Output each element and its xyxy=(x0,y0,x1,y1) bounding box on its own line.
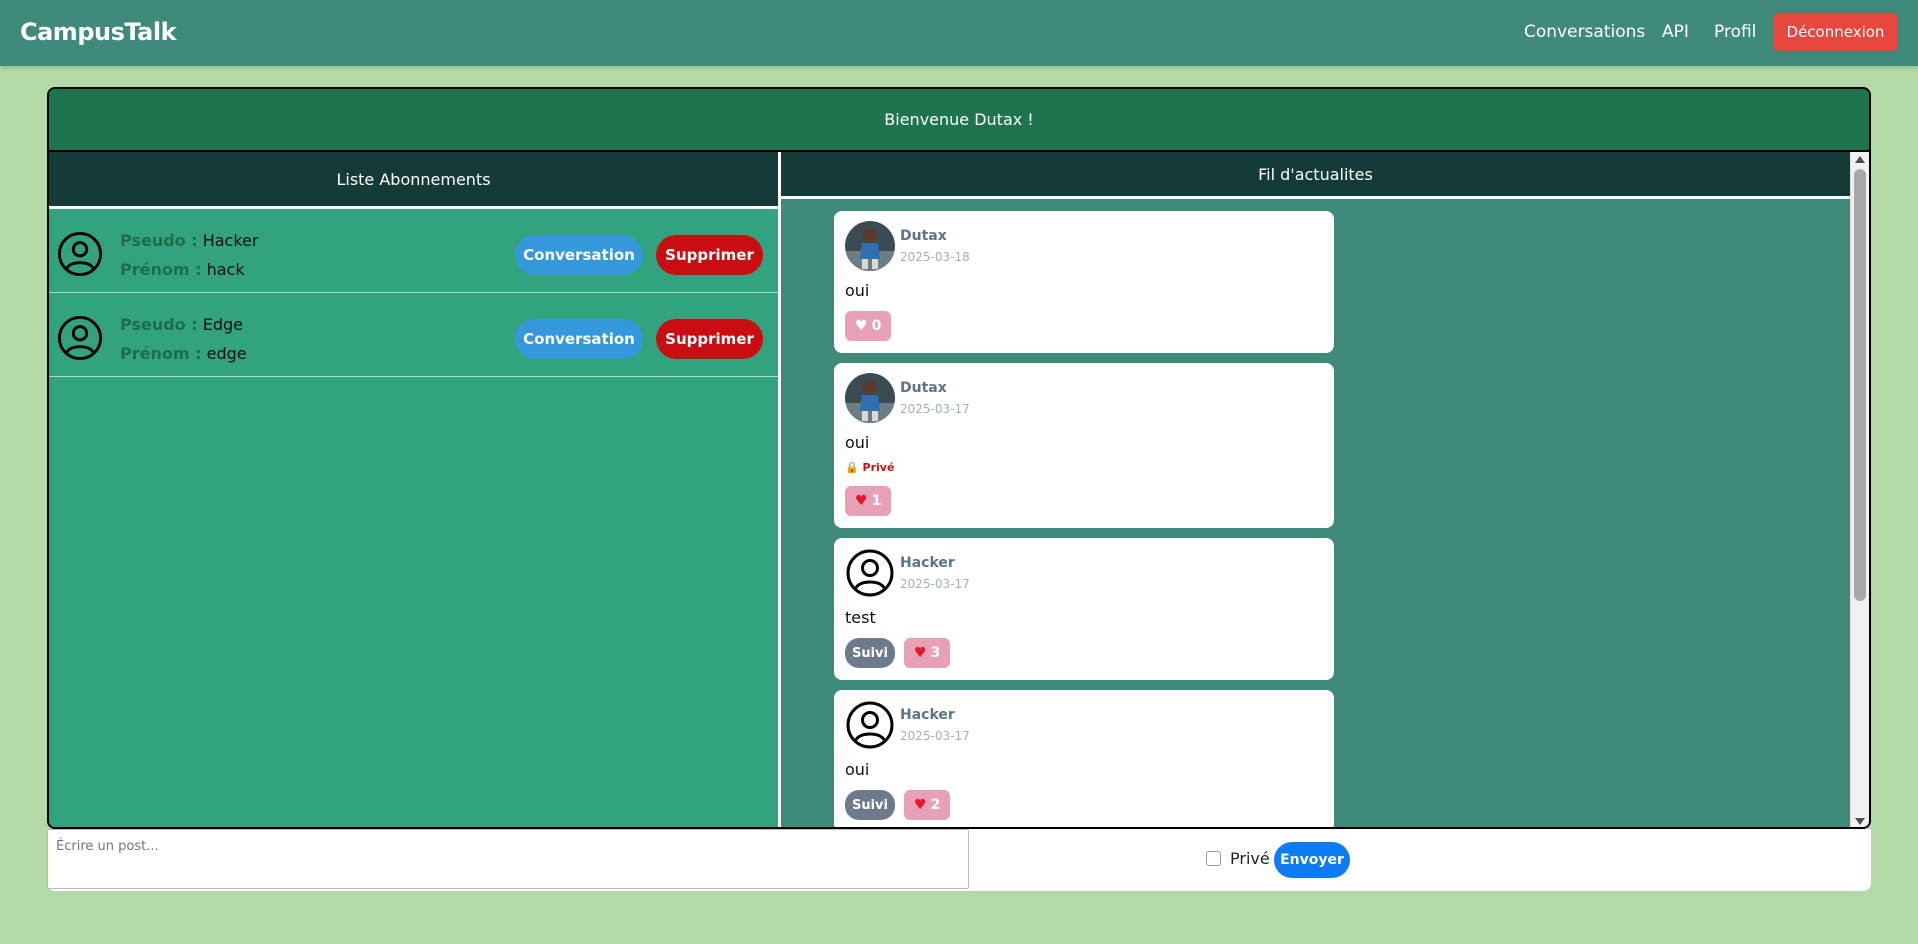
user-avatar-icon xyxy=(57,231,103,277)
like-count: 1 xyxy=(871,493,882,509)
like-button[interactable]: ♥ 3 xyxy=(904,638,951,668)
heart-filled-icon: ♥ xyxy=(914,645,927,661)
nav-link-conversations[interactable]: Conversations xyxy=(1524,22,1645,42)
post-text: test xyxy=(845,608,876,627)
follow-button[interactable]: Suivi xyxy=(845,790,895,820)
feed-panel: Fil d'actualites Dutax 2025-03-18 oui ♥ … xyxy=(778,152,1869,827)
conversation-button[interactable]: Conversation xyxy=(515,235,643,275)
private-checkbox-label[interactable]: Privé xyxy=(1230,849,1270,868)
heart-outline-icon: ♥ xyxy=(855,318,868,334)
lock-icon: 🔒 xyxy=(845,461,859,474)
subscription-item: Pseudo : Edge Prénom : edge Conversation… xyxy=(49,293,778,377)
post-input[interactable] xyxy=(47,829,969,889)
like-count: 2 xyxy=(930,797,941,813)
delete-button[interactable]: Supprimer xyxy=(656,235,763,275)
logout-button[interactable]: Déconnexion xyxy=(1774,13,1897,51)
subscription-pseudo: Pseudo : Edge xyxy=(120,315,243,334)
feed-post: Dutax 2025-03-18 oui ♥ 0 xyxy=(834,211,1334,353)
post-text: oui xyxy=(845,760,870,779)
post-composer: Privé Envoyer xyxy=(47,829,1871,891)
prenom-value: edge xyxy=(206,344,247,363)
prenom-value: hack xyxy=(206,260,245,279)
like-button[interactable]: ♥ 2 xyxy=(904,790,951,820)
heart-filled-icon: ♥ xyxy=(855,493,868,509)
feed-header: Fil d'actualites xyxy=(781,152,1850,199)
post-date: 2025-03-18 xyxy=(900,250,970,264)
delete-button[interactable]: Supprimer xyxy=(656,319,763,359)
user-avatar-icon[interactable] xyxy=(845,548,895,598)
welcome-banner: Bienvenue Dutax ! xyxy=(49,89,1869,152)
post-author[interactable]: Hacker xyxy=(900,707,955,723)
brand-logo[interactable]: CampusTalk xyxy=(20,18,177,46)
post-date: 2025-03-17 xyxy=(900,402,970,416)
like-button[interactable]: ♥ 1 xyxy=(845,486,892,516)
feed-post: Hacker 2025-03-17 oui Suivi ♥ 2 xyxy=(834,690,1334,827)
post-author[interactable]: Dutax xyxy=(900,228,947,244)
subscription-pseudo: Pseudo : Hacker xyxy=(120,231,258,250)
follow-button[interactable]: Suivi xyxy=(845,638,895,668)
prenom-label: Prénom : xyxy=(120,260,202,279)
navbar: CampusTalk Conversations API Profil Déco… xyxy=(0,0,1918,66)
like-count: 0 xyxy=(871,318,882,334)
author-photo[interactable] xyxy=(845,373,895,423)
main-panel: Bienvenue Dutax ! Liste Abonnements Pseu… xyxy=(47,87,1871,829)
feed-post: Hacker 2025-03-17 test Suivi ♥ 3 xyxy=(834,538,1334,680)
prenom-label: Prénom : xyxy=(120,344,202,363)
post-date: 2025-03-17 xyxy=(900,577,970,591)
like-count: 3 xyxy=(930,645,941,661)
pseudo-label: Pseudo : xyxy=(120,231,198,250)
subscription-prenom: Prénom : edge xyxy=(120,344,247,363)
nav-link-profil[interactable]: Profil xyxy=(1714,22,1756,42)
author-photo[interactable] xyxy=(845,221,895,271)
scroll-up-arrow-icon[interactable] xyxy=(1855,156,1865,163)
scroll-thumb[interactable] xyxy=(1854,169,1866,601)
post-date: 2025-03-17 xyxy=(900,729,970,743)
like-button[interactable]: ♥ 0 xyxy=(845,311,892,341)
private-label: Privé xyxy=(862,461,895,474)
pseudo-label: Pseudo : xyxy=(120,315,198,334)
feed-scrollbar[interactable] xyxy=(1850,152,1869,827)
subscriptions-panel: Liste Abonnements Pseudo : Hacker Prénom… xyxy=(49,152,778,827)
scroll-down-arrow-icon[interactable] xyxy=(1855,818,1865,825)
pseudo-value: Edge xyxy=(202,315,243,334)
post-text: oui xyxy=(845,433,870,452)
post-author[interactable]: Dutax xyxy=(900,380,947,396)
private-checkbox[interactable] xyxy=(1206,851,1221,866)
subscriptions-header: Liste Abonnements xyxy=(49,152,778,209)
private-badge: 🔒 Privé xyxy=(845,461,894,474)
subscription-item: Pseudo : Hacker Prénom : hack Conversati… xyxy=(49,209,778,293)
pseudo-value: Hacker xyxy=(202,231,259,250)
conversation-button[interactable]: Conversation xyxy=(515,319,643,359)
post-text: oui xyxy=(845,281,870,300)
post-author[interactable]: Hacker xyxy=(900,555,955,571)
user-avatar-icon[interactable] xyxy=(845,700,895,750)
send-button[interactable]: Envoyer xyxy=(1274,842,1350,878)
user-avatar-icon xyxy=(57,315,103,361)
subscription-prenom: Prénom : hack xyxy=(120,260,245,279)
feed-post: Dutax 2025-03-17 oui 🔒 Privé ♥ 1 xyxy=(834,363,1334,528)
heart-filled-icon: ♥ xyxy=(914,797,927,813)
nav-link-api[interactable]: API xyxy=(1662,22,1689,42)
